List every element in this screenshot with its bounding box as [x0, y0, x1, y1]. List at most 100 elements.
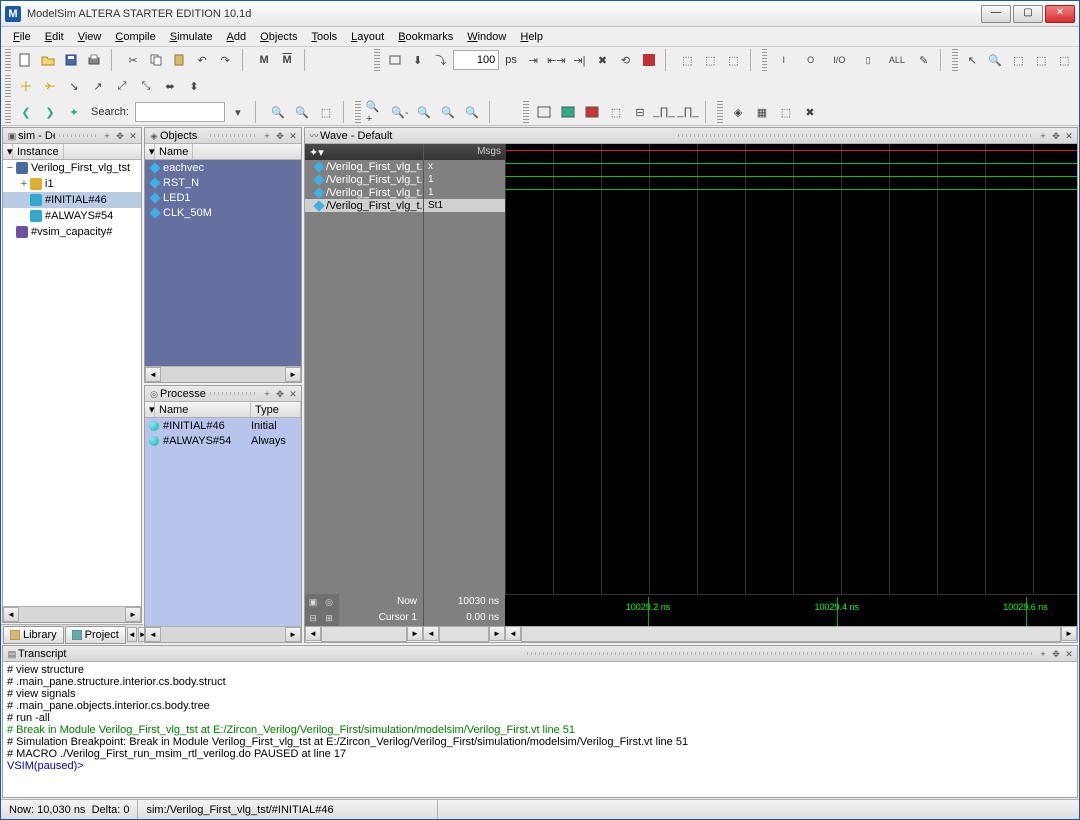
menu-tools[interactable]: Tools — [305, 29, 343, 45]
tb-button[interactable]: ⬌ — [159, 75, 181, 97]
object-row[interactable]: LED1 — [145, 190, 301, 205]
tb-button[interactable]: ✖ — [799, 101, 821, 123]
menu-objects[interactable]: Objects — [254, 29, 303, 45]
instance-col[interactable]: Instance — [13, 144, 64, 159]
wave-trace[interactable] — [505, 163, 1077, 164]
tb-button[interactable]: ⬚ — [1008, 49, 1029, 71]
panel-close-icon[interactable]: ✕ — [287, 388, 299, 400]
tb-i-button[interactable]: I — [771, 49, 796, 71]
search-dropdown[interactable]: ▾ — [227, 101, 249, 123]
panel-add-icon[interactable]: + — [261, 130, 273, 142]
tb-button[interactable]: ⬚ — [315, 101, 337, 123]
tb-button[interactable]: ⬍ — [183, 75, 205, 97]
restart-button[interactable]: ⟲ — [615, 49, 636, 71]
sim-tree-row[interactable]: +i1 — [3, 176, 141, 192]
search-next-button[interactable]: 🔍 — [267, 101, 289, 123]
tb-button[interactable]: ⤡ — [135, 75, 157, 97]
run-all-button[interactable]: ⇤⇥ — [546, 49, 567, 71]
processes-col-header[interactable]: ▾ Name Type (filtered) — [145, 402, 301, 418]
wave-signal-row[interactable]: /Verilog_First_vlg_t... — [305, 186, 423, 199]
scroll-right-button[interactable]: ► — [125, 607, 141, 622]
panel-undock-icon[interactable]: ✥ — [114, 130, 126, 142]
tb-button[interactable]: ↗ — [87, 75, 109, 97]
copy-button[interactable] — [146, 49, 167, 71]
vals-scroll-left[interactable]: ◄ — [423, 626, 439, 641]
toolbar-grip[interactable] — [5, 101, 11, 123]
wave-trace[interactable] — [505, 189, 1077, 190]
wave-panel-header[interactable]: 〰 Wave - Default + ✥ ✕ — [305, 128, 1077, 144]
object-row[interactable]: CLK_50M — [145, 205, 301, 220]
wave-collapse-icon[interactable]: ⊟ — [305, 610, 321, 626]
names-scroll-right[interactable]: ► — [407, 626, 423, 641]
tb-button[interactable]: ⬚ — [775, 101, 797, 123]
tab-library[interactable]: Library — [3, 626, 64, 644]
tb-button[interactable]: ⤢ — [111, 75, 133, 97]
tabs-scroll-left[interactable]: ◄ — [127, 627, 137, 642]
wave-values-column[interactable]: Msgs x11St1 — [423, 144, 505, 594]
menu-layout[interactable]: Layout — [345, 29, 390, 45]
open-button[interactable] — [38, 49, 59, 71]
plot-scroll-right[interactable]: ► — [1061, 626, 1077, 641]
wave-names-column[interactable]: ✦▾ /Verilog_First_vlg_t.../Verilog_First… — [305, 144, 423, 594]
process-row[interactable]: #ALWAYS#54Always — [145, 433, 301, 448]
proc-type-col[interactable]: Type (filtered) — [251, 402, 301, 417]
tb-button[interactable]: ⬚ — [677, 49, 698, 71]
panel-add-icon[interactable]: + — [1037, 130, 1049, 142]
search-prev-button[interactable]: 🔍 — [291, 101, 313, 123]
tb-button[interactable] — [533, 101, 555, 123]
sim-tree-row[interactable]: #ALWAYS#54 — [3, 208, 141, 224]
tb-button[interactable]: _∏_ — [677, 101, 699, 123]
tb-button[interactable]: ⊟ — [629, 101, 651, 123]
tb-button[interactable] — [557, 101, 579, 123]
sim-column-header[interactable]: ▾Instance — [3, 144, 141, 160]
processes-panel-header[interactable]: ◎ Processes (Active) + ✥ ✕ — [145, 386, 301, 402]
tb-button[interactable]: ◈ — [727, 101, 749, 123]
name-col[interactable]: Name — [155, 144, 193, 159]
menu-simulate[interactable]: Simulate — [164, 29, 219, 45]
zoom-full-button[interactable]: 🔍 — [413, 101, 435, 123]
tb-button[interactable]: ▦ — [751, 101, 773, 123]
panel-close-icon[interactable]: ✕ — [1063, 130, 1075, 142]
tb-int-button[interactable]: ▯ — [856, 49, 881, 71]
step-over-button[interactable]: ⤵ — [430, 49, 451, 71]
search-input[interactable] — [135, 102, 225, 122]
sim-tree-row[interactable]: #vsim_capacity# — [3, 224, 141, 240]
menu-edit[interactable]: Edit — [39, 29, 70, 45]
scroll-right-button[interactable]: ► — [285, 627, 301, 642]
processes-list[interactable]: #INITIAL#46Initial#ALWAYS#54Always — [145, 418, 301, 626]
wave-tool-icon[interactable]: ▣ — [305, 594, 321, 610]
scroll-left-button[interactable]: ◄ — [145, 367, 161, 382]
tb-button[interactable]: ⬚ — [605, 101, 627, 123]
tb-button[interactable]: ↘ — [63, 75, 85, 97]
tb-button[interactable]: ⬚ — [700, 49, 721, 71]
wave-cursor1-button[interactable] — [15, 75, 37, 97]
compile-button[interactable]: M — [277, 49, 298, 71]
panel-close-icon[interactable]: ✕ — [127, 130, 139, 142]
new-button[interactable] — [15, 49, 36, 71]
tb-all-button[interactable]: ALL — [883, 49, 912, 71]
print-button[interactable] — [84, 49, 105, 71]
zoom-button[interactable]: 🔍 — [985, 49, 1006, 71]
wave-signal-row[interactable]: /Verilog_First_vlg_t... — [305, 160, 423, 173]
names-scroll-left[interactable]: ◄ — [305, 626, 321, 641]
panel-undock-icon[interactable]: ✥ — [274, 388, 286, 400]
process-row[interactable]: #INITIAL#46Initial — [145, 418, 301, 433]
menu-window[interactable]: Window — [461, 29, 512, 45]
undo-button[interactable]: ↶ — [192, 49, 213, 71]
objects-col-header[interactable]: ▾Name — [145, 144, 301, 160]
panel-add-icon[interactable]: + — [1037, 648, 1049, 660]
panel-undock-icon[interactable]: ✥ — [1050, 648, 1062, 660]
wave-cursor2-button[interactable] — [39, 75, 61, 97]
tb-filter-button[interactable]: ✎ — [913, 49, 934, 71]
minimize-button[interactable]: — — [981, 5, 1011, 23]
zoom-in-button[interactable]: 🔍+ — [365, 101, 387, 123]
scroll-right-button[interactable]: ► — [285, 367, 301, 382]
paste-button[interactable] — [169, 49, 190, 71]
tb-button[interactable]: ⬚ — [1031, 49, 1052, 71]
maximize-button[interactable]: ▢ — [1013, 5, 1043, 23]
zoom-cursor-button[interactable]: 🔍 — [437, 101, 459, 123]
bookmark-button[interactable]: ✦ — [63, 101, 85, 123]
zoom-range-button[interactable]: 🔍 — [461, 101, 483, 123]
toolbar-grip[interactable] — [5, 75, 11, 97]
continue-button[interactable]: ⇥| — [569, 49, 590, 71]
